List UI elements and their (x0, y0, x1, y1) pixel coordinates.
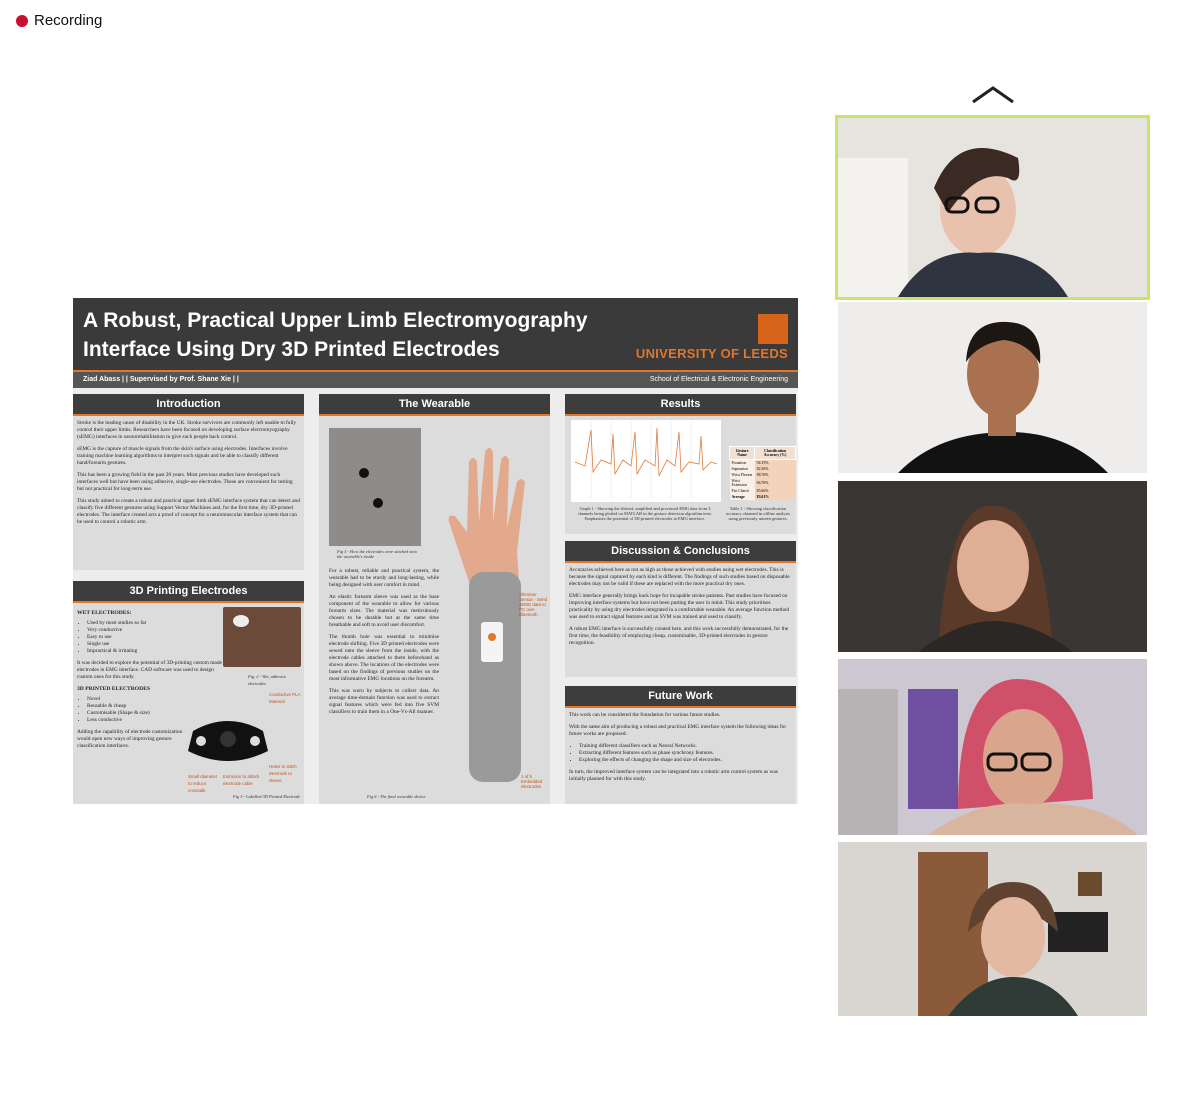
future-paragraph: With the same aim of producing a robust … (569, 724, 787, 737)
wet-electrodes-list: Used by most studies so far Very conduct… (77, 620, 222, 655)
graph-caption: Graph 1 - Showing the filtered, amplifie… (577, 506, 713, 521)
printing-paragraph: Adding the capability of electrode custo… (77, 729, 183, 749)
wearable-body: For a robust, reliable and practical sys… (325, 564, 443, 725)
video-tile[interactable] (838, 302, 1147, 473)
list-item: Reusable & cheap (87, 703, 222, 710)
list-item: Training different classifiers such as N… (579, 743, 792, 750)
printed-electrodes-label: 3D PRINTED ELECTRODES (77, 686, 151, 692)
poster-title: A Robust, Practical Upper Limb Electromy… (83, 309, 588, 361)
printed-electrode-image (188, 721, 268, 761)
future-paragraph: In turn, the improved interface system c… (569, 769, 778, 782)
table-header: Gesture Name (728, 446, 756, 460)
record-dot-icon (16, 14, 28, 27)
wearable-section: The Wearable Fig 5 - How the electrodes … (319, 394, 550, 804)
printing-body: WET ELECTRODES: Used by most studies so … (73, 603, 304, 799)
table-caption: Table 1 - Showing classification accurac… (725, 506, 791, 521)
table-row: Wrist Extension 66.76% (729, 478, 796, 488)
sleeve-inside-photo (329, 428, 421, 546)
table-cell: 83.61% (754, 494, 796, 500)
wearable-heading: The Wearable (319, 394, 550, 416)
poster-authors: Ziad Abass | | Supervised by Prof. Shane… (83, 376, 239, 383)
table-cell: 66.76% (754, 478, 796, 488)
table-row: Average 83.61% (729, 494, 796, 500)
list-item: Extracting different features such as ph… (579, 750, 792, 757)
wearable-paragraph: This was worn by subjects to collect dat… (329, 688, 439, 715)
participant-video (838, 302, 1147, 473)
intro-paragraph: Stroke is the leading cause of disabilit… (77, 420, 297, 440)
participant-video (838, 118, 1147, 297)
intro-section: Introduction Stroke is the leading cause… (73, 394, 304, 570)
annotation-pla: Conductive PLA Material (269, 692, 301, 704)
university-logo-icon (758, 314, 788, 344)
wearable-paragraph: For a robust, reliable and practical sys… (329, 568, 439, 588)
intro-paragraph: This study aimed to create a robust and … (77, 498, 300, 525)
emg-graph (571, 420, 721, 502)
participant-video (838, 481, 1147, 652)
annotation-electrodes: 1 of 5 Embedded electrodes (521, 774, 543, 789)
list-item: Impractical & irritating (87, 648, 222, 655)
intro-body: Stroke is the leading cause of disabilit… (73, 416, 304, 535)
results-heading: Results (565, 394, 796, 416)
video-tile-active-speaker[interactable] (835, 115, 1150, 300)
table-cell: Average (729, 494, 755, 500)
table-cell: Wrist Extension (729, 478, 755, 488)
list-item: Very conductive (87, 627, 222, 634)
discussion-paragraph: A robust EMG interface is successfully c… (569, 626, 789, 646)
future-body: This work can be considered the foundati… (565, 708, 796, 792)
video-tile[interactable] (838, 659, 1147, 835)
wet-electrodes-label: WET ELECTRODES: (77, 610, 132, 616)
printing-heading: 3D Printing Electrodes (73, 581, 304, 603)
fig3-caption: Fig 3 - Labelled 3D Printed Electrode (233, 794, 301, 799)
intro-paragraph: This has been a growing field in the pas… (77, 472, 293, 492)
discussion-heading: Discussion & Conclusions (565, 541, 796, 563)
future-section: Future Work This work can be considered … (565, 686, 796, 804)
list-item: Used by most studies so far (87, 620, 222, 627)
annotation-extrusion: Extrusion to attach electrode cable (223, 774, 260, 786)
future-paragraph: This work can be considered the foundati… (569, 712, 721, 718)
intro-heading: Introduction (73, 394, 304, 416)
results-section: Results Graph 1 - Showing the filtered, … (565, 394, 796, 534)
intro-paragraph: sEMG is the capture of muscle signals fr… (77, 446, 288, 466)
list-item: Exploring the effects of changing the sh… (579, 757, 792, 764)
fig2-caption: Fig. 2 - Wet, adhesive electrodes (248, 674, 287, 686)
chevron-up-icon[interactable] (971, 84, 1015, 106)
discussion-section: Discussion & Conclusions Accuracies achi… (565, 541, 796, 677)
annotation-small-diameter: Small diameter to reduce crosstalk (188, 774, 218, 793)
annotation-shimmer: Shimmer Sensor - Send sEMG data to PC ov… (519, 592, 548, 617)
future-heading: Future Work (565, 686, 796, 708)
wet-electrode-photo (223, 607, 301, 667)
video-tile[interactable] (838, 481, 1147, 652)
discussion-paragraph: Accuracies achieved here as not as high … (569, 567, 790, 587)
discussion-paragraph: EMG interface generally brings back hope… (569, 593, 790, 620)
fig5-caption: Fig 5 - How the electrodes were stitched… (337, 549, 417, 559)
list-item: Single use (87, 641, 222, 648)
poster-header: A Robust, Practical Upper Limb Electromy… (73, 298, 798, 370)
video-tile[interactable] (838, 842, 1147, 1016)
discussion-body: Accuracies achieved here as not as high … (565, 563, 796, 656)
participant-video (838, 659, 1147, 835)
annotation-holes: Holes to stitch electrode to sleeve (269, 764, 297, 783)
shared-screen-poster: A Robust, Practical Upper Limb Electromy… (73, 298, 798, 804)
wearable-paragraph: An elastic forearm sleeve was used as th… (329, 594, 439, 628)
printing-paragraph: It was decided to explore the potential … (77, 660, 222, 680)
wearable-paragraph: The thumb hole was essential to minimise… (329, 634, 439, 682)
fig6-caption: Fig 6 - The final wearable device (367, 794, 426, 799)
list-item: Novel (87, 696, 222, 703)
university-name: UNIVERSITY OF LEEDS (635, 346, 788, 361)
list-item: Easy to use (87, 634, 222, 641)
results-table: Gesture Name Classification Accuracy (%)… (728, 446, 796, 500)
printing-section: 3D Printing Electrodes WET ELECTRODES: U… (73, 581, 304, 804)
poster-subheader: Ziad Abass | | Supervised by Prof. Shane… (73, 370, 798, 388)
future-list: Training different classifiers such as N… (569, 743, 792, 764)
recording-label: Recording (34, 12, 103, 29)
recording-indicator: Recording (16, 12, 102, 29)
poster-school: School of Electrical & Electronic Engine… (649, 376, 788, 383)
table-header: Classification Accuracy (%) (754, 446, 796, 460)
participant-video (838, 842, 1147, 1016)
